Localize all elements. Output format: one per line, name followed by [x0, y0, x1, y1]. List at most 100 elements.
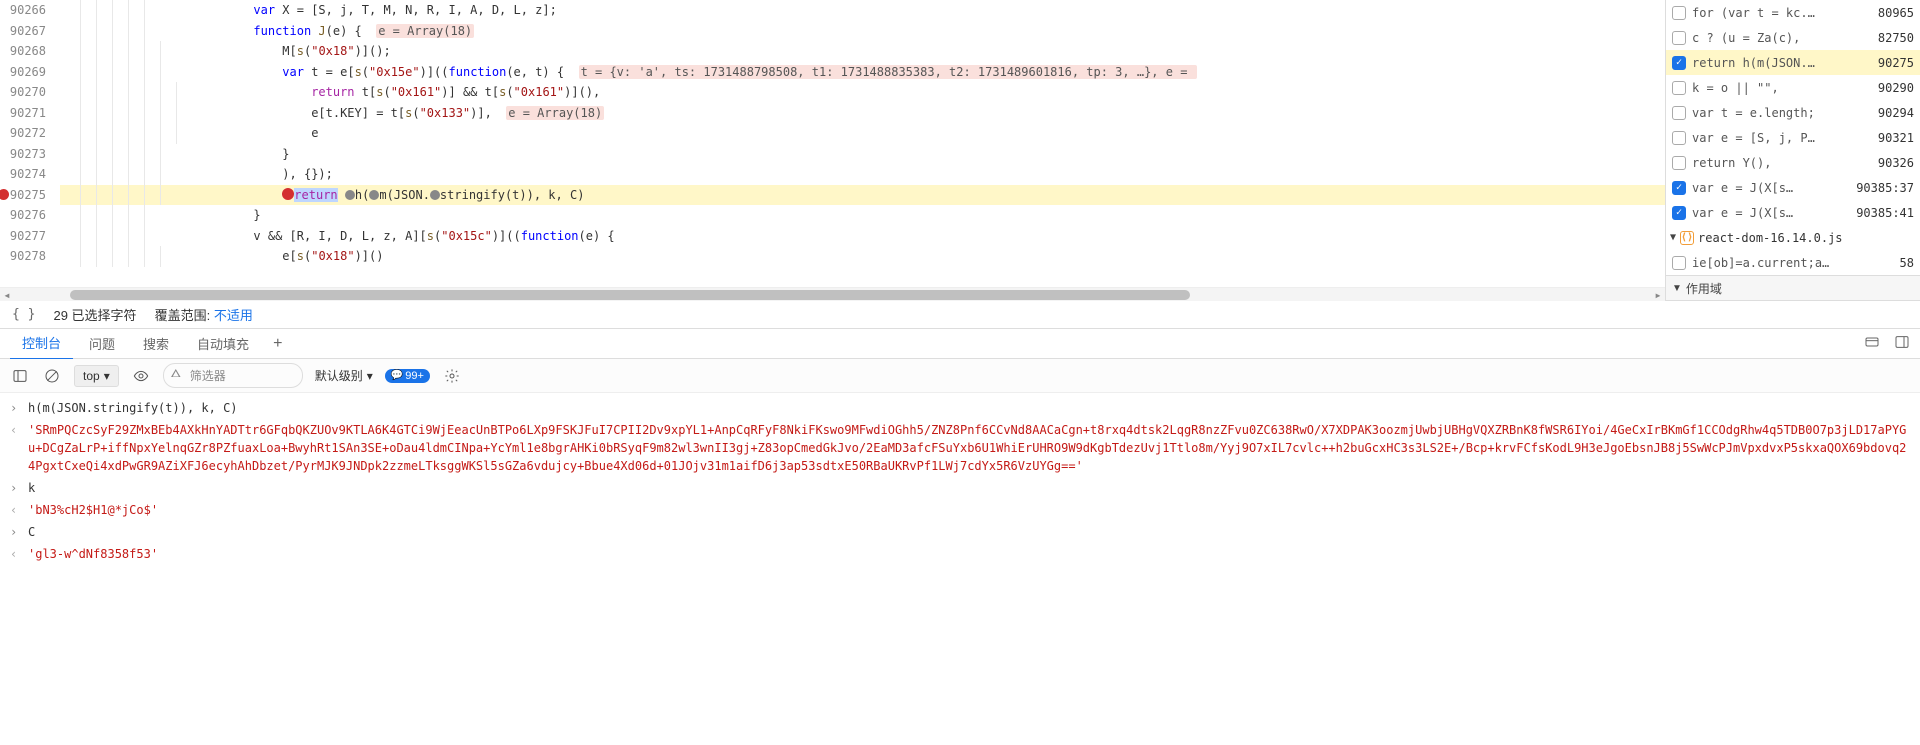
code-line[interactable]: return h(m(JSON.stringify(t)), k, C) [60, 185, 1665, 206]
chevron-down-icon: ▾ [367, 369, 373, 383]
checkbox-icon[interactable] [1672, 81, 1686, 95]
log-level-label: 默认级别 [315, 367, 363, 384]
live-expression-icon[interactable] [131, 366, 151, 386]
line-number[interactable]: 90274 [0, 164, 46, 185]
breakpoint-row[interactable]: ✓ return h(m(JSON.… 90275 [1666, 50, 1920, 75]
code-line[interactable]: e[s("0x18")]() [60, 246, 1665, 267]
input-arrow-icon: › [10, 523, 24, 541]
issues-count: 99+ [405, 370, 424, 382]
line-number[interactable]: 90267 [0, 21, 46, 42]
code-line[interactable]: M[s("0x18")](); [60, 41, 1665, 62]
breakpoint-line-number: 82750 [1878, 31, 1914, 45]
scroll-right-arrow-icon[interactable]: ▸ [1651, 288, 1665, 302]
console-settings-icon[interactable] [442, 366, 462, 386]
tab-issues[interactable]: 问题 [77, 328, 127, 359]
issues-badge[interactable]: 99+ [385, 369, 430, 383]
code-line[interactable]: e [60, 123, 1665, 144]
toggle-sidebar-icon[interactable] [10, 366, 30, 386]
output-arrow-icon: ‹ [10, 545, 24, 563]
checkbox-icon[interactable] [1672, 31, 1686, 45]
tab-console[interactable]: 控制台 [10, 327, 73, 360]
line-number[interactable]: 90272 [0, 123, 46, 144]
breakpoint-row[interactable]: ie[ob]=a.current;a… 58 [1666, 250, 1920, 275]
breakpoint-line-number: 58 [1900, 256, 1914, 270]
code-line[interactable]: } [60, 144, 1665, 165]
expand-triangle-icon: ▼ [1670, 232, 1676, 243]
line-number[interactable]: 90269 [0, 62, 46, 83]
coverage-label: 覆盖范围: [155, 308, 211, 323]
checkbox-icon[interactable]: ✓ [1672, 206, 1686, 220]
breakpoint-code-text: var t = e.length; [1692, 106, 1872, 120]
expand-triangle-icon: ▼ [1672, 283, 1682, 294]
editor-status-bar: { } 29 已选择字符 覆盖范围: 不适用 [0, 301, 1920, 329]
line-number[interactable]: 90275 [0, 185, 46, 206]
console-input-entry[interactable]: ›k [0, 477, 1920, 499]
checkbox-icon[interactable] [1672, 106, 1686, 120]
pretty-print-button[interactable]: { } [12, 307, 35, 322]
line-number[interactable]: 90266 [0, 0, 46, 21]
console-output-entry[interactable]: ‹'gl3-w^dNf8358f53' [0, 543, 1920, 565]
line-number[interactable]: 90271 [0, 103, 46, 124]
checkbox-icon[interactable] [1672, 6, 1686, 20]
console-filter-input[interactable]: 筛选器 [163, 363, 303, 388]
checkbox-icon[interactable]: ✓ [1672, 56, 1686, 70]
chevron-down-icon: ▾ [104, 369, 110, 383]
code-line[interactable]: var t = e[s("0x15e")]((function(e, t) { … [60, 62, 1665, 83]
breakpoint-row[interactable]: var t = e.length; 90294 [1666, 100, 1920, 125]
output-arrow-icon: ‹ [10, 421, 24, 475]
tab-autofill[interactable]: 自动填充 [185, 328, 261, 359]
coverage-value-link[interactable]: 不适用 [214, 308, 253, 323]
code-line[interactable]: function J(e) { e = Array(18) [60, 21, 1665, 42]
breakpoint-row[interactable]: for (var t = kc.… 80965 [1666, 0, 1920, 25]
console-input-entry[interactable]: ›C [0, 521, 1920, 543]
code-line[interactable]: v && [R, I, D, L, z, A][s("0x15c")]((fun… [60, 226, 1665, 247]
execution-context-select[interactable]: top ▾ [74, 365, 119, 387]
tab-search[interactable]: 搜索 [131, 328, 181, 359]
code-line[interactable]: var X = [S, j, T, M, N, R, I, A, D, L, z… [60, 0, 1665, 21]
code-area[interactable]: var X = [S, j, T, M, N, R, I, A, D, L, z… [60, 0, 1665, 300]
checkbox-icon[interactable] [1672, 256, 1686, 270]
breakpoint-row[interactable]: c ? (u = Za(c), 82750 [1666, 25, 1920, 50]
line-number[interactable]: 90268 [0, 41, 46, 62]
editor-horizontal-scrollbar[interactable]: ◂ ▸ [0, 287, 1665, 301]
code-line[interactable]: ), {}); [60, 164, 1665, 185]
line-number[interactable]: 90273 [0, 144, 46, 165]
line-number[interactable]: 90278 [0, 246, 46, 267]
scope-section-header[interactable]: ▼ 作用域 [1666, 275, 1920, 300]
checkbox-icon[interactable]: ✓ [1672, 181, 1686, 195]
breakpoint-code-text: return Y(), [1692, 156, 1872, 170]
output-arrow-icon: ‹ [10, 501, 24, 519]
breakpoint-line-number: 90385:37 [1856, 181, 1914, 195]
drawer-collapse-icon[interactable] [1864, 334, 1880, 353]
console-entry-text: 'bN3%cH2$H1@*jCo$' [28, 501, 1910, 519]
drawer-expand-icon[interactable] [1894, 334, 1910, 353]
console-output-entry[interactable]: ‹'bN3%cH2$H1@*jCo$' [0, 499, 1920, 521]
breakpoint-row[interactable]: return Y(), 90326 [1666, 150, 1920, 175]
scroll-left-arrow-icon[interactable]: ◂ [0, 288, 14, 302]
line-number[interactable]: 90276 [0, 205, 46, 226]
source-file-row[interactable]: ▼ ⟨⟩ react-dom-16.14.0.js [1666, 225, 1920, 250]
console-output-entry[interactable]: ‹'SRmPQCzcSyF29ZMxBEb4AXkHnYADTtr6GFqbQK… [0, 419, 1920, 477]
scroll-thumb[interactable] [70, 290, 1190, 300]
breakpoint-row[interactable]: k = o || "", 90290 [1666, 75, 1920, 100]
code-editor[interactable]: 9026690267902689026990270902719027290273… [0, 0, 1665, 300]
selected-chars-label: 29 已选择字符 [53, 305, 136, 324]
console-input-entry[interactable]: ›h(m(JSON.stringify(t)), k, C) [0, 397, 1920, 419]
code-line[interactable]: return t[s("0x161")] && t[s("0x161")](), [60, 82, 1665, 103]
log-level-select[interactable]: 默认级别 ▾ [315, 367, 373, 384]
breakpoint-row[interactable]: ✓ var e = J(X[s… 90385:37 [1666, 175, 1920, 200]
console-output[interactable]: ›h(m(JSON.stringify(t)), k, C)‹'SRmPQCzc… [0, 393, 1920, 745]
add-tab-button[interactable]: + [265, 335, 290, 353]
checkbox-icon[interactable] [1672, 131, 1686, 145]
line-number[interactable]: 90270 [0, 82, 46, 103]
code-line[interactable]: } [60, 205, 1665, 226]
breakpoint-row[interactable]: var e = [S, j, P… 90321 [1666, 125, 1920, 150]
line-number[interactable]: 90277 [0, 226, 46, 247]
breakpoint-code-text: return h(m(JSON.… [1692, 56, 1872, 70]
input-arrow-icon: › [10, 479, 24, 497]
clear-console-icon[interactable] [42, 366, 62, 386]
code-line[interactable]: e[t.KEY] = t[s("0x133")], e = Array(18) [60, 103, 1665, 124]
console-toolbar: top ▾ 筛选器 默认级别 ▾ 99+ [0, 359, 1920, 393]
checkbox-icon[interactable] [1672, 156, 1686, 170]
breakpoint-row[interactable]: ✓ var e = J(X[s… 90385:41 [1666, 200, 1920, 225]
